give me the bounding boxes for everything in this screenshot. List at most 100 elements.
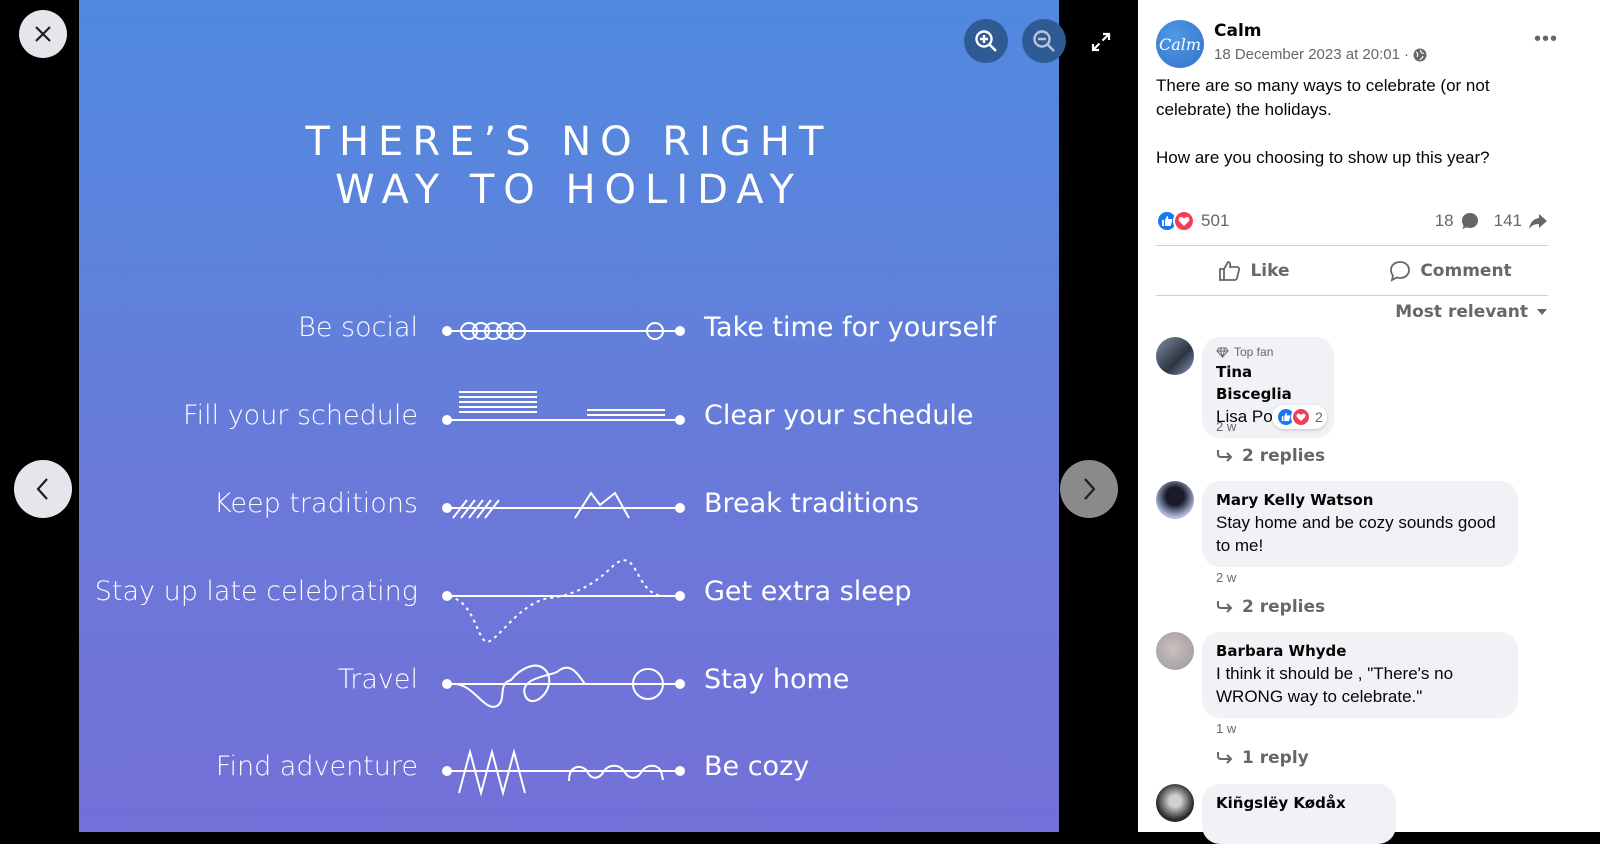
love-reaction-icon: [1291, 407, 1311, 427]
diamond-icon: [1216, 347, 1229, 358]
comment-item: Barbara Whyde I think it should be , "Th…: [1156, 632, 1576, 772]
reactions-bar: 501 18 141: [1156, 206, 1548, 236]
photo-row-left-label: Be social: [298, 312, 418, 343]
next-photo-button[interactable]: [1060, 460, 1118, 518]
view-replies-link[interactable]: 1 reply: [1216, 748, 1309, 768]
photo-row-left-label: Stay up late celebrating: [94, 576, 418, 607]
comments-count[interactable]: 18: [1435, 211, 1454, 231]
comment-author[interactable]: Mary Kelly Watson: [1216, 489, 1504, 511]
view-replies-link[interactable]: 2 replies: [1216, 597, 1325, 617]
post-photo: THERE’S NO RIGHT WAY TO HOLIDAY Be socia…: [79, 0, 1059, 832]
badge-label: Top fan: [1234, 345, 1274, 359]
post-timestamp[interactable]: 18 December 2023 at 20:01: [1214, 46, 1400, 63]
photo-row-left-label: Keep traditions: [214, 488, 418, 519]
zoom-out-button[interactable]: [1022, 19, 1066, 63]
photo-row-right-label: Clear your schedule: [704, 400, 974, 431]
comment-bubble: Kiñgslëy Kødåx: [1202, 784, 1396, 844]
photo-title-line-1: THERE’S NO RIGHT: [305, 119, 833, 165]
page-avatar-logo: Calm: [1158, 34, 1202, 54]
fullscreen-button[interactable]: [1085, 26, 1117, 58]
share-arrow-icon: [1529, 214, 1547, 229]
social-line-illustration: [442, 322, 685, 340]
commenter-avatar[interactable]: [1156, 337, 1194, 375]
sleep-line-illustration: [442, 559, 685, 644]
globe-icon: [1413, 48, 1427, 61]
comment-time[interactable]: 1 w: [1216, 721, 1236, 736]
thumbs-up-icon: [1219, 261, 1241, 281]
post-stats: 18 141: [1435, 211, 1548, 231]
love-reaction-icon: [1173, 210, 1195, 232]
comment-time[interactable]: 2 w: [1216, 419, 1236, 434]
meta-separator: ·: [1403, 46, 1409, 63]
post-sidebar: Calm Calm 18 December 2023 at 20:01 · ••…: [1138, 0, 1600, 844]
shares-count[interactable]: 141: [1494, 211, 1522, 231]
traditions-line-illustration: [442, 491, 685, 519]
like-button-label: Like: [1250, 261, 1290, 281]
view-replies-link[interactable]: 2 replies: [1216, 446, 1325, 466]
divider: [1156, 245, 1548, 246]
comment-author[interactable]: Kiñgslëy Kødåx: [1216, 792, 1382, 814]
sort-label: Most relevant: [1395, 302, 1528, 322]
caret-down-icon: [1537, 309, 1547, 315]
reply-arrow-icon: [1217, 601, 1233, 613]
commenter-avatar[interactable]: [1156, 784, 1194, 822]
photo-row-right-label: Take time for yourself: [704, 312, 997, 343]
reactions-count[interactable]: 501: [1201, 211, 1229, 231]
comment-reactions[interactable]: 2: [1272, 405, 1327, 429]
comment-text: I think it should be , "There's no WRONG…: [1216, 664, 1454, 706]
zoom-in-button[interactable]: [964, 19, 1008, 63]
reply-arrow-icon: [1217, 450, 1233, 462]
comment-item: Kiñgslëy Kødåx: [1156, 784, 1576, 844]
adventure-line-illustration: [442, 748, 685, 797]
photo-title: THERE’S NO RIGHT WAY TO HOLIDAY: [79, 118, 1059, 214]
previous-photo-button[interactable]: [14, 460, 72, 518]
close-icon: [35, 26, 51, 42]
top-fan-badge: Top fan: [1216, 345, 1320, 359]
divider: [1156, 295, 1548, 296]
replies-label: 2 replies: [1242, 446, 1326, 466]
photo-row-right-label: Get extra sleep: [704, 576, 912, 607]
comment-button-label: Comment: [1420, 261, 1512, 281]
post-text: There are so many ways to celebrate (or …: [1156, 76, 1490, 167]
post-meta: 18 December 2023 at 20:01 ·: [1214, 46, 1427, 63]
photo-row-right-label: Stay home: [704, 664, 850, 695]
close-button[interactable]: [19, 10, 67, 58]
comment-text: Stay home and be cozy sounds good to me!: [1216, 513, 1496, 555]
replies-label: 2 replies: [1242, 597, 1326, 617]
reply-arrow-icon: [1217, 752, 1233, 764]
comment-bubble-icon: [1461, 213, 1478, 229]
comment-bubble: Barbara Whyde I think it should be , "Th…: [1202, 632, 1518, 718]
photo-row-left-label: Travel: [337, 664, 418, 695]
chevron-left-icon: [36, 478, 48, 500]
commenter-avatar[interactable]: [1156, 481, 1194, 519]
photo-row-left-label: Fill your schedule: [183, 400, 418, 431]
chevron-right-icon: [1084, 478, 1096, 500]
photo-viewer: THERE’S NO RIGHT WAY TO HOLIDAY Be socia…: [0, 0, 1138, 832]
post-header: Calm Calm 18 December 2023 at 20:01 · ••…: [1156, 18, 1576, 68]
post-action-bar: Like Comment: [1156, 250, 1548, 292]
comment-bubble: Mary Kelly Watson Stay home and be cozy …: [1202, 481, 1518, 567]
comment-author[interactable]: Tina Bisceglia: [1216, 361, 1320, 405]
photo-row-right-label: Be cozy: [704, 751, 810, 782]
replies-label: 1 reply: [1242, 748, 1309, 768]
schedule-line-illustration: [442, 391, 685, 425]
zoom-in-icon: [975, 30, 997, 52]
comment-item: Top fan Tina Bisceglia Lisa Powers 2 2 w…: [1156, 337, 1576, 472]
comment-sort-dropdown[interactable]: Most relevant: [1395, 302, 1548, 322]
comment-author[interactable]: Barbara Whyde: [1216, 640, 1504, 662]
like-button[interactable]: Like: [1156, 250, 1352, 292]
zoom-out-icon: [1033, 30, 1055, 52]
comment-reaction-count: 2: [1315, 409, 1323, 425]
fullscreen-icon: [1091, 32, 1111, 52]
comment-time[interactable]: 2 w: [1216, 570, 1236, 585]
page-avatar[interactable]: Calm: [1156, 20, 1204, 68]
comment-item: Mary Kelly Watson Stay home and be cozy …: [1156, 481, 1576, 621]
page-name-link[interactable]: Calm: [1214, 21, 1262, 41]
photo-row-left-label: Find adventure: [215, 751, 418, 782]
comment-button[interactable]: Comment: [1352, 250, 1548, 292]
photo-title-line-2: WAY TO HOLIDAY: [335, 167, 803, 213]
travel-line-illustration: [442, 664, 685, 708]
more-options-button[interactable]: •••: [1534, 28, 1558, 51]
comment-icon: [1390, 261, 1411, 282]
commenter-avatar[interactable]: [1156, 632, 1194, 670]
